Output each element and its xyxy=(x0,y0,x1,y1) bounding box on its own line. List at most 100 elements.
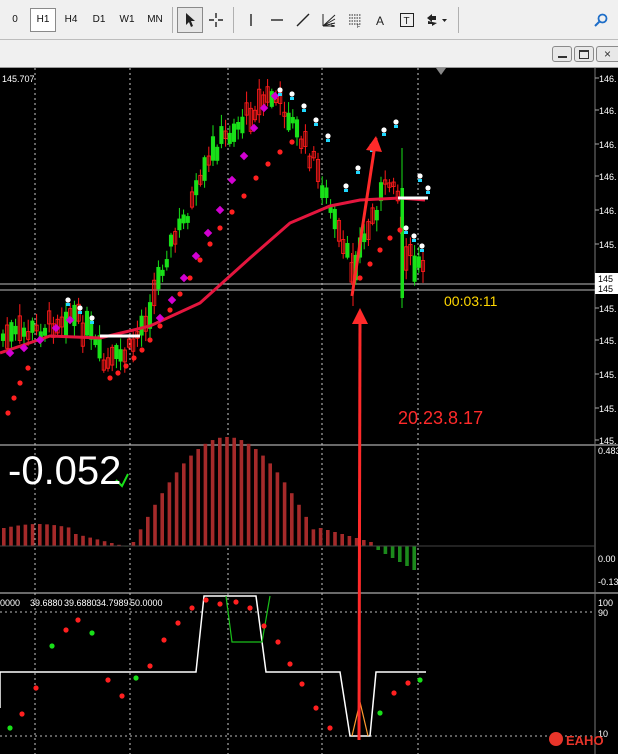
chart-toolbar: 0 H1 H4 D1 W1 MN E F A T xyxy=(0,0,618,40)
macd-axis-label: 0.483 xyxy=(598,446,618,456)
histogram-bar xyxy=(246,443,251,546)
indicator-dot xyxy=(394,125,398,128)
histogram-bar xyxy=(390,546,395,558)
indicator-dot xyxy=(289,91,295,97)
price-chart[interactable]: 0000 39.6880 39.6880 34.7989 50.0000 145.707… xyxy=(0,68,618,754)
trendline-tool[interactable] xyxy=(290,7,316,33)
indicator-dot xyxy=(419,243,425,249)
indicator-dot xyxy=(357,275,363,281)
indicator-dot xyxy=(411,233,417,239)
search-button[interactable] xyxy=(588,7,614,33)
histogram-bar xyxy=(88,537,92,546)
histogram-bar xyxy=(376,546,380,550)
stochastic-dot xyxy=(175,620,181,626)
stochastic-dot xyxy=(161,637,167,643)
timeframe-mn[interactable]: MN xyxy=(142,8,168,32)
indicator-dot xyxy=(367,261,373,267)
indicator-dot xyxy=(382,133,386,136)
current-price-text: 145 xyxy=(598,284,613,294)
indicator-dot xyxy=(325,133,331,139)
stochastic-dot xyxy=(105,677,111,683)
histogram-bar xyxy=(45,524,49,546)
arrows-tool[interactable] xyxy=(420,7,454,33)
vertical-line-tool[interactable] xyxy=(238,7,264,33)
histogram-bar xyxy=(153,504,157,546)
histogram-bar xyxy=(311,529,316,546)
histogram-bar xyxy=(66,527,71,546)
restore-icon xyxy=(579,49,589,59)
timeframe-0[interactable]: 0 xyxy=(2,8,28,32)
cursor-tool[interactable] xyxy=(177,6,203,33)
arrow-head xyxy=(366,136,382,152)
fibonacci-fan-tool[interactable]: E xyxy=(316,7,342,33)
timeframe-d1[interactable]: D1 xyxy=(86,8,112,32)
histogram-bar xyxy=(182,463,186,546)
histogram-bar xyxy=(146,516,150,546)
histogram-bar xyxy=(412,546,416,570)
timeframe-h4[interactable]: H4 xyxy=(58,8,84,32)
stochastic-dot xyxy=(49,643,55,649)
stoch-header-value: 50.0000 xyxy=(130,598,163,608)
text-label-icon: T xyxy=(400,12,414,27)
histogram-bar xyxy=(369,542,373,546)
candle-body xyxy=(362,233,367,243)
histogram-bar xyxy=(218,437,222,546)
stochastic-dot xyxy=(377,710,383,716)
text-tool[interactable]: A xyxy=(368,7,394,33)
candle-body xyxy=(215,146,220,161)
histogram-bar xyxy=(239,440,244,546)
candle-body xyxy=(324,187,329,198)
stochastic-dot xyxy=(89,630,95,636)
indicator-dot xyxy=(397,227,403,233)
indicator-dot xyxy=(381,127,387,133)
histogram-bar xyxy=(2,528,6,546)
histogram-bar xyxy=(340,534,344,546)
histogram-bar xyxy=(232,437,236,546)
price-label: 146. xyxy=(599,206,617,216)
horizontal-line-tool[interactable] xyxy=(264,7,290,33)
stochastic-dot xyxy=(19,711,25,717)
price-label: 145. xyxy=(599,304,617,314)
arrow-head xyxy=(352,308,368,324)
stoch-axis-label: 100 xyxy=(598,598,613,608)
histogram-bar xyxy=(290,493,294,546)
indicator-diamond xyxy=(179,273,189,283)
restore-button[interactable] xyxy=(574,46,594,62)
indicator-dot xyxy=(131,355,137,361)
indicator-dot xyxy=(107,375,113,381)
close-button[interactable]: × xyxy=(596,46,618,62)
stochastic-dot xyxy=(275,639,281,645)
fibonacci-retracement-tool[interactable]: F xyxy=(342,7,368,33)
crosshair-tool[interactable] xyxy=(203,7,229,33)
indicator-dots xyxy=(5,87,431,416)
candle-body xyxy=(294,119,300,138)
timeframe-h1[interactable]: H1 xyxy=(30,7,56,32)
indicator-dot xyxy=(78,311,82,314)
stochastic-dot xyxy=(119,693,125,699)
histogram-bar xyxy=(333,532,337,546)
top-left-price: 145.707 xyxy=(2,74,35,84)
price-label: 146. xyxy=(599,106,617,116)
indicator-dot xyxy=(426,191,430,194)
indicator-dot xyxy=(277,149,283,155)
indicator-dot xyxy=(412,239,416,242)
histogram-bar xyxy=(9,526,13,546)
stoch-header-value: 39.6880 xyxy=(30,598,63,608)
text-label-tool[interactable]: T xyxy=(394,7,420,33)
histogram-bar xyxy=(398,546,402,562)
indicator-dot xyxy=(393,119,399,125)
stochastic-dot xyxy=(327,725,333,731)
indicator-dot xyxy=(115,370,121,376)
candle-body xyxy=(63,311,69,336)
histogram-bar xyxy=(196,449,200,546)
histogram-bar xyxy=(189,455,193,546)
indicator-dot xyxy=(147,337,153,343)
stoch-header-value: 34.7989 xyxy=(96,598,129,608)
minimize-button[interactable] xyxy=(552,46,572,62)
timeframe-w1[interactable]: W1 xyxy=(114,8,140,32)
histogram-bar xyxy=(347,536,352,546)
stochastic-dot xyxy=(7,725,13,731)
indicator-dot xyxy=(404,231,408,234)
stoch-header-value: 0000 xyxy=(0,598,20,608)
indicator-dot xyxy=(66,303,70,306)
